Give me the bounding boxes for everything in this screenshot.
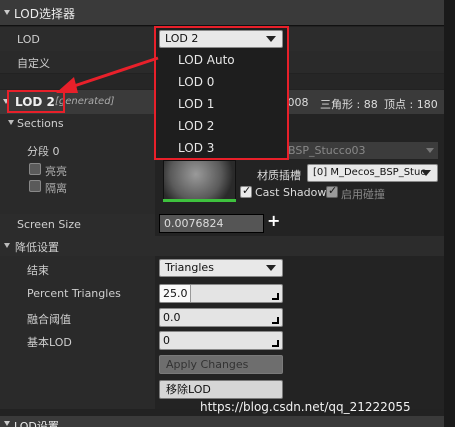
resize-grip-icon <box>272 293 279 300</box>
collapse-arrow-icon[interactable] <box>4 421 10 426</box>
percent-triangles-value: 25.0 <box>163 287 188 300</box>
base-lod-input[interactable]: 0 <box>159 331 283 350</box>
watermark: https://blog.csdn.net/qq_21222055 <box>200 400 411 414</box>
apply-changes-label: Apply Changes <box>166 358 249 371</box>
cast-shadow-label: Cast Shadow <box>255 186 327 199</box>
chevron-down-icon <box>266 265 276 271</box>
screen-size-input[interactable]: 0.0076824 <box>159 214 264 233</box>
weld-threshold-input[interactable]: 0.0 <box>159 308 283 327</box>
isolate-checkbox[interactable] <box>29 180 41 192</box>
annotation-arrow <box>56 56 159 93</box>
material-thumbnail[interactable] <box>163 160 236 200</box>
collapse-arrow-icon[interactable] <box>8 120 14 125</box>
cast-shadow-checkbox[interactable] <box>240 184 252 198</box>
material-slot-value: [0] M_Decos_BSP_Stuc <box>313 167 426 178</box>
lod-settings-title: LOD设置 <box>14 420 59 427</box>
isolate-label: 隔离 <box>45 182 67 195</box>
remove-lod-label: 移除LOD <box>166 383 211 396</box>
resize-grip-icon <box>272 340 279 347</box>
material-thumbnail-bar <box>163 199 236 202</box>
add-icon[interactable]: + <box>267 211 280 230</box>
scrollbar-track[interactable] <box>444 0 455 427</box>
material-slot-dropdown[interactable]: [0] M_Decos_BSP_Stuc <box>307 164 438 182</box>
collapse-arrow-icon[interactable] <box>4 243 10 248</box>
lod-label: LOD <box>17 33 40 46</box>
percent-triangles-slider[interactable]: 25.0 <box>159 284 283 303</box>
annotation-box-dropdown <box>154 26 289 160</box>
percent-triangles-label: Percent Triangles <box>27 287 121 300</box>
reduction-header-row[interactable] <box>0 236 444 256</box>
sections-label: Sections <box>17 117 64 130</box>
material-slot-label: 材质插槽 <box>257 169 301 182</box>
chevron-down-icon[interactable] <box>426 148 434 153</box>
base-lod-value: 0 <box>163 334 170 347</box>
triangles-stat: 三角形 : 88 <box>320 98 378 111</box>
collapse-arrow-icon[interactable] <box>4 10 10 15</box>
vertices-stat: 顶点 : 180 <box>384 98 438 111</box>
screen-size-value: 0.0076824 <box>164 217 224 230</box>
remove-lod-button[interactable]: 移除LOD <box>159 380 283 399</box>
highlight-label: 亮亮 <box>45 165 67 178</box>
lod-settings-header[interactable]: LOD设置 <box>0 416 444 427</box>
lod-selector-title: LOD选择器 <box>14 7 75 21</box>
chevron-down-icon <box>421 170 431 176</box>
highlight-checkbox[interactable] <box>29 163 41 175</box>
enable-collision-label: 启用碰撞 <box>341 188 385 201</box>
termination-label: 结束 <box>27 264 49 277</box>
apply-changes-button[interactable]: Apply Changes <box>159 355 283 374</box>
lod-selector-header[interactable]: LOD选择器 <box>0 0 455 26</box>
material-name: BSP_Stucco03 <box>288 144 366 157</box>
reduction-left-panel <box>0 256 155 409</box>
custom-label: 自定义 <box>17 57 50 70</box>
enable-collision-checkbox[interactable] <box>326 184 338 198</box>
screen-size-label: Screen Size <box>17 218 81 231</box>
weld-threshold-label: 融合阈值 <box>27 313 71 326</box>
termination-dropdown[interactable]: Triangles <box>159 259 283 277</box>
section0-label: 分段 0 <box>27 145 60 158</box>
reduction-header: 降低设置 <box>15 241 59 254</box>
base-lod-label: 基本LOD <box>27 336 72 349</box>
termination-value: Triangles <box>165 261 214 274</box>
weld-threshold-value: 0.0 <box>163 311 181 324</box>
resize-grip-icon <box>272 317 279 324</box>
